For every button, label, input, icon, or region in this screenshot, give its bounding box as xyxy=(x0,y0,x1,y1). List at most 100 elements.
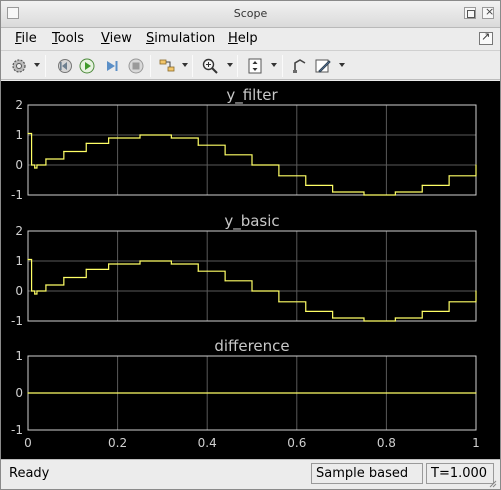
plot-title: y_basic xyxy=(224,212,279,231)
data-point xyxy=(108,137,110,139)
data-point xyxy=(45,158,47,160)
data-point xyxy=(170,137,172,139)
menu-tools[interactable]: Tools xyxy=(52,31,84,46)
data-point xyxy=(108,263,110,265)
menu-help[interactable]: Help xyxy=(228,31,258,46)
toolbar-separator xyxy=(150,55,151,77)
data-point xyxy=(30,164,33,166)
axes-2: y_basic -1 0 1 2 xyxy=(11,212,477,328)
data-point xyxy=(27,392,29,394)
resize-grip-icon[interactable] xyxy=(489,480,497,488)
data-point xyxy=(197,270,199,272)
zoom-dropdown-icon[interactable] xyxy=(227,63,233,67)
data-point xyxy=(475,392,477,394)
toolbar-separator xyxy=(192,55,193,77)
data-point xyxy=(448,301,450,303)
plot-title: difference xyxy=(214,337,289,355)
step-back-icon[interactable] xyxy=(54,56,74,76)
x-tick-label: 0.4 xyxy=(198,436,217,450)
y-tick-label: 0 xyxy=(15,284,23,298)
data-point xyxy=(224,154,226,156)
autoscale-dropdown-icon[interactable] xyxy=(271,63,277,67)
data-point xyxy=(34,293,36,295)
data-point xyxy=(139,260,141,262)
data-point xyxy=(27,258,29,261)
data-point xyxy=(475,164,477,166)
data-point xyxy=(305,184,307,186)
data-point xyxy=(34,167,36,169)
data-point xyxy=(139,134,141,136)
data-point xyxy=(36,164,38,166)
data-point xyxy=(170,263,172,265)
window-title: Scope xyxy=(233,7,268,20)
toolbar-separator xyxy=(45,55,46,77)
data-point xyxy=(28,258,30,261)
zoom-icon[interactable] xyxy=(200,56,220,76)
title-bar: Scope xyxy=(1,1,500,28)
measure-icon[interactable] xyxy=(290,56,310,76)
data-point xyxy=(394,191,396,193)
data-point xyxy=(394,317,396,319)
data-point xyxy=(27,132,29,135)
y-tick-label: 0 xyxy=(15,158,23,172)
data-point xyxy=(28,132,30,135)
data-point xyxy=(332,191,334,193)
data-point xyxy=(63,150,65,153)
step-forward-icon[interactable] xyxy=(102,56,122,76)
toolbar-separator xyxy=(282,55,283,77)
data-point xyxy=(45,284,47,286)
data-point xyxy=(305,310,307,312)
x-tick-label: 1 xyxy=(472,436,480,450)
scope-window: Scope File Tools View Simulation Help xyxy=(0,0,501,490)
axes-3: difference-1010 0.2 0.4 0.6 0.8 1 xyxy=(11,337,480,450)
y-tick-label: 1 xyxy=(15,349,23,363)
plot-area: y_filter -1 0 1 2 y_basic -1 0 1 2 difference -1 0 1 0… xyxy=(1,81,500,459)
gear-icon[interactable] xyxy=(9,56,29,76)
y-tick-label: -1 xyxy=(11,188,23,202)
close-button[interactable] xyxy=(482,5,494,19)
style-icon[interactable] xyxy=(313,56,333,76)
run-icon[interactable] xyxy=(77,56,97,76)
axes-box xyxy=(27,230,477,322)
menu-view[interactable]: View xyxy=(101,31,132,46)
data-point xyxy=(278,175,280,177)
signal-line xyxy=(28,132,477,196)
undock-icon[interactable] xyxy=(479,30,493,45)
x-tick-label: 0 xyxy=(24,436,32,450)
data-point xyxy=(421,310,423,312)
status-text: Ready xyxy=(9,466,50,481)
settings-dropdown-icon[interactable] xyxy=(34,63,40,67)
toolbar-separator xyxy=(237,55,238,77)
x-tick-label: 0.6 xyxy=(287,436,306,450)
maximize-button[interactable] xyxy=(464,7,476,19)
autoscale-icon[interactable] xyxy=(245,56,265,76)
data-point xyxy=(278,301,280,303)
simulation-time: T=1.000 xyxy=(426,463,494,484)
data-point xyxy=(251,164,253,166)
y-tick-label: -1 xyxy=(11,423,23,437)
stop-icon[interactable] xyxy=(126,56,146,76)
data-point xyxy=(63,276,65,279)
data-point xyxy=(251,290,253,292)
style-dropdown-icon[interactable] xyxy=(339,63,345,67)
data-point xyxy=(36,290,38,292)
y-tick-label: 1 xyxy=(15,254,23,268)
y-tick-label: 0 xyxy=(15,386,23,400)
status-bar: Ready Sample based T=1.000 xyxy=(1,459,500,489)
data-point xyxy=(363,194,365,196)
data-point xyxy=(30,290,33,292)
x-tick-label: 0.8 xyxy=(377,436,396,450)
highlight-signal-icon[interactable] xyxy=(157,56,177,76)
sample-mode-indicator: Sample based xyxy=(311,463,423,484)
y-tick-label: 2 xyxy=(15,224,23,238)
toolbar xyxy=(1,50,500,80)
highlight-dropdown-icon[interactable] xyxy=(182,63,188,67)
x-tick-label: 0.2 xyxy=(108,436,127,450)
data-point xyxy=(421,184,423,186)
menu-file[interactable]: File xyxy=(15,31,37,46)
data-point xyxy=(197,144,199,146)
menu-bar: File Tools View Simulation Help xyxy=(1,28,500,50)
menu-simulation[interactable]: Simulation xyxy=(146,31,215,46)
data-point xyxy=(363,320,365,322)
axes-1: y_filter -1 0 1 2 xyxy=(11,86,477,202)
